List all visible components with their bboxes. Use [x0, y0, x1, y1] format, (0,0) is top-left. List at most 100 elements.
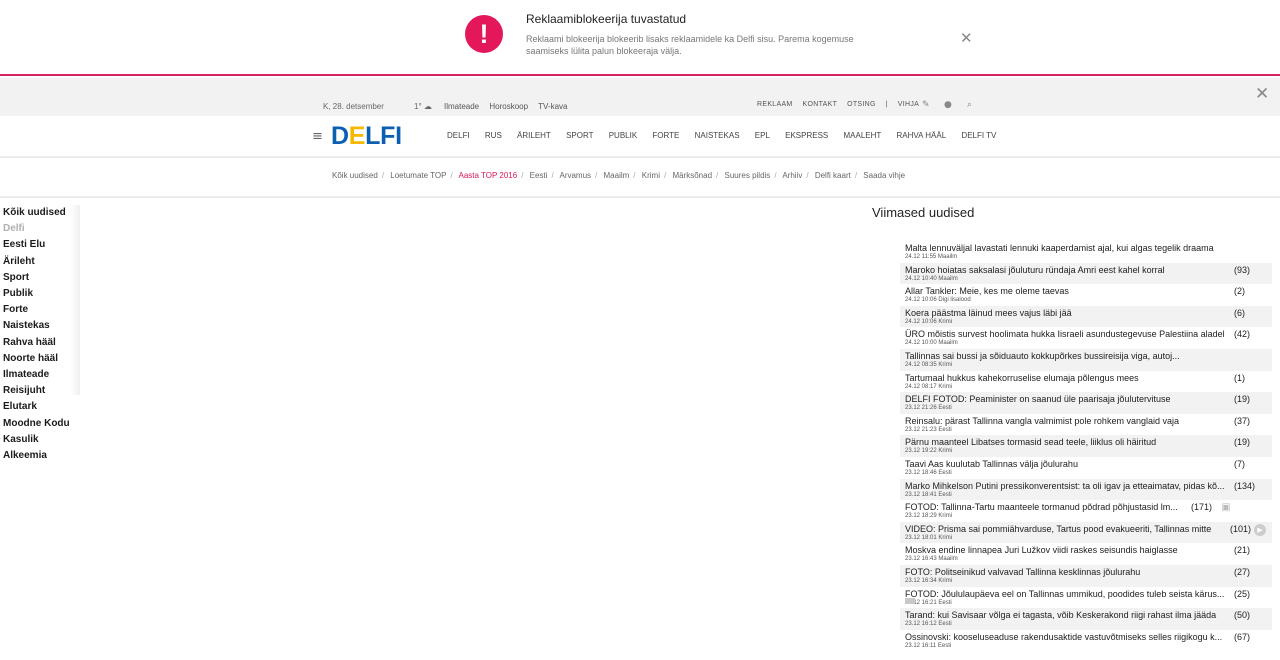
sidebar-item-moodne-kodu[interactable]: Moodne Kodu — [3, 416, 70, 432]
news-row[interactable]: Maroko hoiatas saksalasi jõuluturu ründa… — [900, 262, 1272, 285]
link-otsing[interactable]: OTSING — [847, 101, 876, 108]
news-title[interactable]: Taavi Aas kuulutab Tallinnas välja jõulu… — [905, 459, 1225, 469]
nav-delfi[interactable]: DELFI — [447, 131, 470, 140]
news-row[interactable]: ÜRO mõistis survest hoolimata hukka Iisr… — [900, 327, 1272, 349]
subnav-saada-vihje[interactable]: Saada vihje — [863, 171, 905, 180]
comment-count[interactable]: (171) — [1191, 502, 1212, 512]
subnav-maailm[interactable]: Maailm — [604, 171, 630, 180]
news-row[interactable]: Allar Tankler: Meie, kes me oleme taevas… — [900, 284, 1272, 306]
news-title[interactable]: FOTOD: Tallinna-Tartu maanteele tormanud… — [905, 502, 1225, 512]
news-row[interactable]: Ossinovski: kooseluseaduse rakendusaktid… — [900, 630, 1272, 652]
sidebar-item-koik-uudised[interactable]: Kõik uudised — [3, 205, 70, 221]
sidebar-item-arileht[interactable]: Ärileht — [3, 254, 70, 270]
comment-count[interactable]: (25) — [1234, 589, 1250, 599]
link-kontakt[interactable]: KONTAKT — [803, 101, 838, 108]
sidebar-item-naistekas[interactable]: Naistekas — [3, 318, 70, 334]
comment-count[interactable]: (19) — [1234, 394, 1250, 404]
comment-count[interactable]: (50) — [1234, 610, 1250, 620]
news-row[interactable]: Moskva endine linnapea Juri Lužkov viidi… — [900, 543, 1272, 565]
user-icon[interactable]: ● — [944, 100, 952, 110]
news-title[interactable]: Tartumaal hukkus kahekorruselise elumaja… — [905, 373, 1225, 383]
news-title[interactable]: VIDEO: Prisma sai pommiähvarduse, Tartus… — [905, 524, 1225, 534]
subnav-krimi[interactable]: Krimi — [642, 171, 660, 180]
close-icon[interactable]: ✕ — [1255, 84, 1269, 104]
nav-naistekas[interactable]: NAISTEKAS — [695, 131, 740, 140]
sidebar-item-ilmateade[interactable]: Ilmateade — [3, 367, 70, 383]
subnav-arhiiv[interactable]: Arhiiv — [782, 171, 802, 180]
link-vihja[interactable]: VIHJA — [898, 101, 919, 108]
sidebar-item-elutark[interactable]: Elutark — [3, 399, 70, 415]
comment-count[interactable]: (42) — [1234, 329, 1250, 339]
sidebar-item-publik[interactable]: Publik — [3, 286, 70, 302]
nav-sport[interactable]: SPORT — [566, 131, 593, 140]
nav-rus[interactable]: RUS — [485, 131, 502, 140]
comment-count[interactable]: (67) — [1234, 632, 1250, 642]
nav-arileht[interactable]: ÄRILEHT — [517, 131, 551, 140]
subnav-loetumate-top[interactable]: Loetumate TOP — [390, 171, 446, 180]
news-row[interactable]: VIDEO: Prisma sai pommiähvarduse, Tartus… — [900, 521, 1272, 544]
subnav-eesti[interactable]: Eesti — [530, 171, 548, 180]
delfi-logo[interactable]: DELFI — [331, 122, 402, 151]
sidebar-item-delfi[interactable]: Delfi — [3, 221, 70, 237]
link-reklaam[interactable]: REKLAAM — [757, 101, 793, 108]
news-title[interactable]: Ossinovski: kooseluseaduse rakendusaktid… — [905, 632, 1225, 642]
news-title[interactable]: FOTO: Politseinikud valvavad Tallinna ke… — [905, 567, 1225, 577]
comment-count[interactable]: (7) — [1234, 459, 1245, 469]
nav-rahva-haal[interactable]: RAHVA HÄÄL — [897, 131, 947, 140]
news-row[interactable]: DELFI FOTOD: Peaminister on saanud üle p… — [900, 392, 1272, 414]
edit-icon[interactable]: ✎ — [922, 100, 930, 110]
nav-ekspress[interactable]: EKSPRESS — [785, 131, 828, 140]
link-horoskoop[interactable]: Horoskoop — [489, 102, 528, 111]
comment-count[interactable]: (1) — [1234, 373, 1245, 383]
news-title[interactable]: Tallinnas sai bussi ja sõiduauto kokkupõ… — [905, 351, 1225, 361]
news-title[interactable]: Tarand: kui Savisaar võlga ei tagasta, v… — [905, 610, 1225, 620]
comment-count[interactable]: (93) — [1234, 265, 1250, 275]
weather-label[interactable]: 1° ☁ — [414, 102, 432, 111]
nav-publik[interactable]: PUBLIK — [609, 131, 637, 140]
subnav-koik-uudised[interactable]: Kõik uudised — [332, 171, 378, 180]
news-title[interactable]: ÜRO mõistis survest hoolimata hukka Iisr… — [905, 329, 1225, 339]
sidebar-item-kasulik[interactable]: Kasulik — [3, 432, 70, 448]
comment-count[interactable]: (134) — [1234, 481, 1255, 491]
news-title[interactable]: Pärnu maanteel Libatses tormasid sead te… — [905, 437, 1225, 447]
news-row[interactable]: Malta lennuväljal lavastati lennuki kaap… — [900, 241, 1272, 263]
news-title[interactable]: Allar Tankler: Meie, kes me oleme taevas — [905, 286, 1225, 296]
news-row[interactable]: FOTOD: Jõululaupäeva eel on Tallinnas um… — [900, 587, 1272, 609]
news-title[interactable]: FOTOD: Jõululaupäeva eel on Tallinnas um… — [905, 589, 1225, 599]
link-ilmateade[interactable]: Ilmateade — [444, 102, 479, 111]
nav-epl[interactable]: EPL — [755, 131, 770, 140]
news-row[interactable]: FOTOD: Tallinna-Tartu maanteele tormanud… — [900, 500, 1272, 522]
sidebar-item-reisijuht[interactable]: Reisijuht — [3, 383, 70, 399]
sidebar-item-noorte-haal[interactable]: Noorte hääl — [3, 351, 70, 367]
news-row[interactable]: Tarand: kui Savisaar võlga ei tagasta, v… — [900, 608, 1272, 630]
subnav-aasta-top[interactable]: Aasta TOP 2016 — [458, 171, 517, 180]
comment-count[interactable]: (6) — [1234, 308, 1245, 318]
comment-count[interactable]: (2) — [1234, 286, 1245, 296]
news-row[interactable]: FOTO: Politseinikud valvavad Tallinna ke… — [900, 564, 1272, 587]
comment-count[interactable]: (27) — [1234, 567, 1250, 577]
news-row[interactable]: Taavi Aas kuulutab Tallinnas välja jõulu… — [900, 457, 1272, 479]
news-title[interactable]: Marko Mihkelson Putini pressikonverentsi… — [905, 481, 1225, 491]
news-title[interactable]: Reinsalu: pärast Tallinna vangla valmimi… — [905, 416, 1225, 426]
news-title[interactable]: Koera päästma läinud mees vajus läbi jää — [905, 308, 1225, 318]
nav-maaleht[interactable]: MAALEHT — [844, 131, 882, 140]
link-tv-kava[interactable]: TV-kava — [538, 102, 567, 111]
subnav-marksonad[interactable]: Märksõnad — [672, 171, 712, 180]
comment-count[interactable]: (21) — [1234, 545, 1250, 555]
subnav-delfi-kaart[interactable]: Delfi kaart — [815, 171, 851, 180]
sidebar-item-sport[interactable]: Sport — [3, 270, 70, 286]
comment-count[interactable]: (37) — [1234, 416, 1250, 426]
sidebar-item-forte[interactable]: Forte — [3, 302, 70, 318]
nav-forte[interactable]: FORTE — [652, 131, 679, 140]
news-title[interactable]: Maroko hoiatas saksalasi jõuluturu ründa… — [905, 265, 1225, 275]
news-title[interactable]: Malta lennuväljal lavastati lennuki kaap… — [905, 243, 1225, 253]
search-icon[interactable]: ⌕ — [967, 100, 972, 110]
sidebar-item-rahva-haal[interactable]: Rahva hääl — [3, 335, 70, 351]
news-row[interactable]: Marko Mihkelson Putini pressikonverentsi… — [900, 478, 1272, 501]
news-row[interactable]: Reinsalu: pärast Tallinna vangla valmimi… — [900, 414, 1272, 436]
close-icon[interactable]: ✕ — [960, 29, 973, 47]
comment-count[interactable]: (19) — [1234, 437, 1250, 447]
news-row[interactable]: Tartumaal hukkus kahekorruselise elumaja… — [900, 371, 1272, 393]
subnav-suures-pildis[interactable]: Suures pildis — [725, 171, 771, 180]
news-row[interactable]: Tallinnas sai bussi ja sõiduauto kokkupõ… — [900, 348, 1272, 371]
